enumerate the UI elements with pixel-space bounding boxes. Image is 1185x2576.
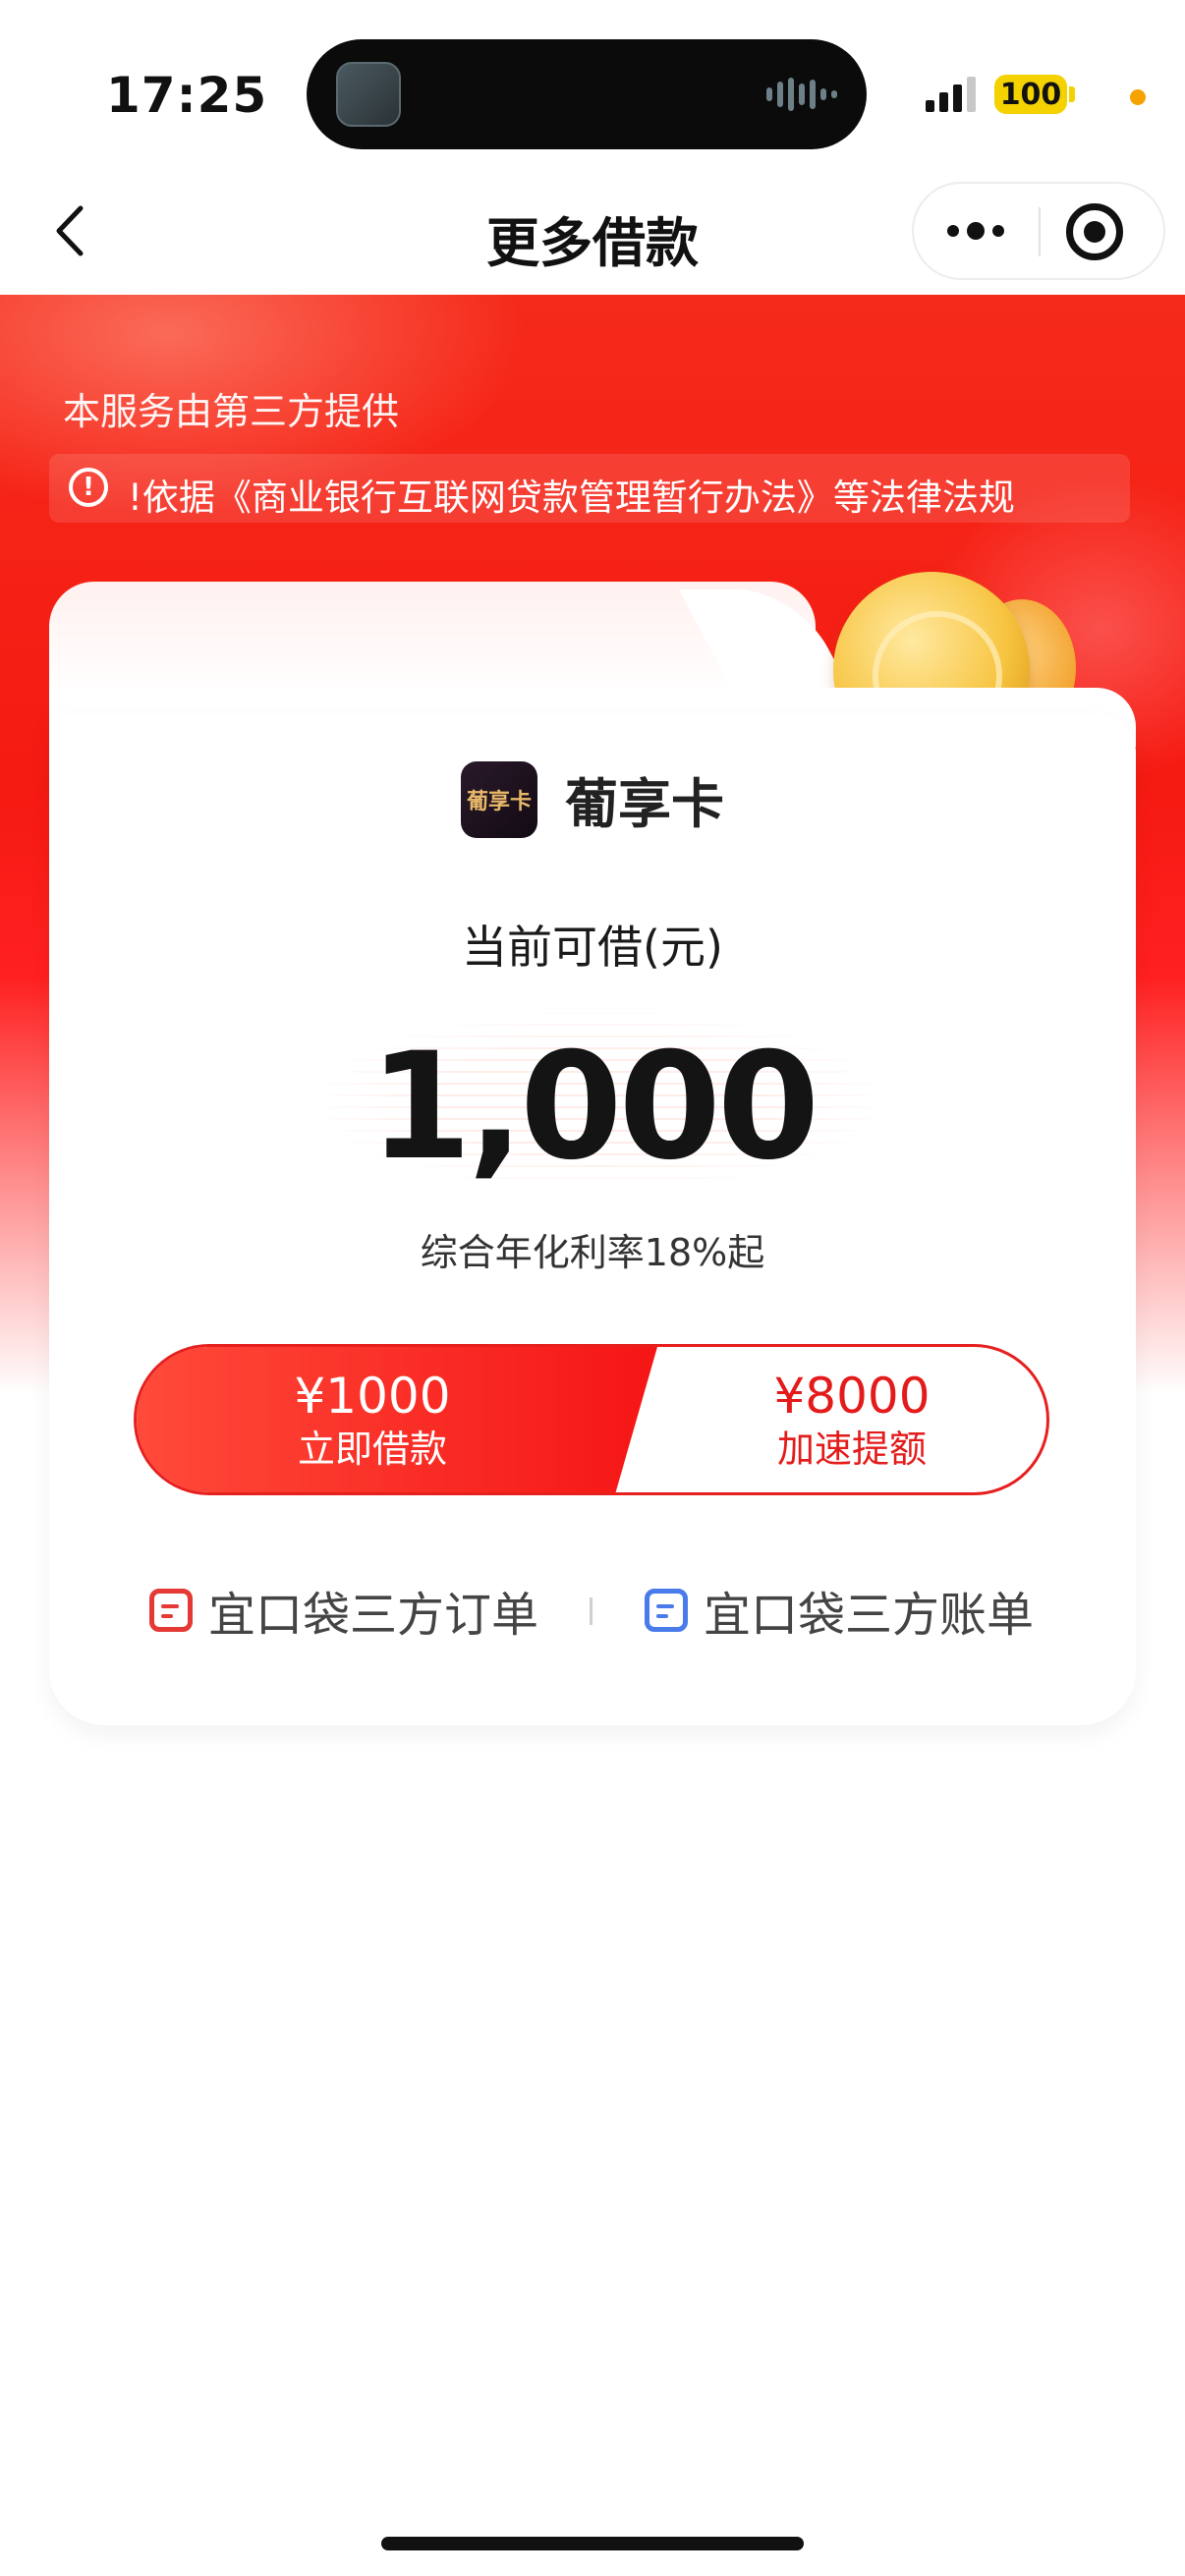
home-indicator[interactable]: [381, 2537, 804, 2550]
orders-link-label: 宜口袋三方订单: [208, 1588, 539, 1643]
more-dots-icon[interactable]: [914, 184, 1038, 278]
nav-bar: 更多借款: [0, 172, 1185, 295]
cellular-signal-icon: [926, 75, 976, 112]
boost-label: 加速提额: [776, 1428, 927, 1471]
document-icon: [149, 1589, 193, 1632]
boost-amount: ¥8000: [773, 1368, 931, 1425]
capsule-divider: [1039, 207, 1041, 256]
borrow-label: 立即借款: [297, 1428, 447, 1471]
battery-icon: 100: [994, 75, 1067, 114]
info-circle-icon: !: [69, 468, 108, 507]
status-time: 17:25: [106, 67, 268, 124]
product-logo: 葡享卡: [461, 760, 537, 838]
notice-banner[interactable]: ! !依据《商业银行互联网贷款管理暂行办法》等法律法规: [49, 454, 1130, 523]
product-header: 葡享卡 葡享卡: [0, 760, 1185, 838]
status-bar: 17:25 100: [0, 0, 1185, 172]
borrow-amount: ¥1000: [294, 1368, 451, 1425]
target-close-icon[interactable]: [1066, 203, 1123, 260]
bills-link-label: 宜口袋三方账单: [704, 1588, 1035, 1643]
island-app-icon: [336, 62, 401, 127]
available-label: 当前可借(元): [462, 921, 723, 974]
dynamic-island: [307, 39, 867, 149]
product-name: 葡享卡: [565, 773, 724, 835]
third-party-bills-link[interactable]: 宜口袋三方账单: [645, 1576, 1034, 1645]
loan-card: [49, 713, 1136, 1725]
document-icon: [645, 1589, 688, 1632]
service-provider-note: 本服务由第三方提供: [63, 390, 400, 433]
third-party-orders-link[interactable]: 宜口袋三方订单: [149, 1576, 538, 1645]
audio-wave-icon: [766, 77, 837, 112]
battery-tip: [1069, 86, 1075, 102]
notice-text: !依据《商业银行互联网贷款管理暂行办法》等法律法规: [128, 476, 1015, 519]
mic-indicator-dot: [1130, 89, 1146, 105]
boost-limit-button[interactable]: ¥8000 加速提额: [628, 1347, 1046, 1492]
annual-rate-text: 综合年化利率18%起: [420, 1231, 765, 1274]
available-amount: 1,000: [368, 1022, 819, 1193]
loan-action-group: ¥1000 立即借款 ¥8000 加速提额: [134, 1344, 1049, 1495]
miniprogram-capsule: [912, 182, 1165, 280]
links-divider: [590, 1597, 592, 1625]
borrow-now-button[interactable]: ¥1000 立即借款: [137, 1347, 657, 1492]
card-links: 宜口袋三方订单 宜口袋三方账单: [0, 1576, 1185, 1645]
